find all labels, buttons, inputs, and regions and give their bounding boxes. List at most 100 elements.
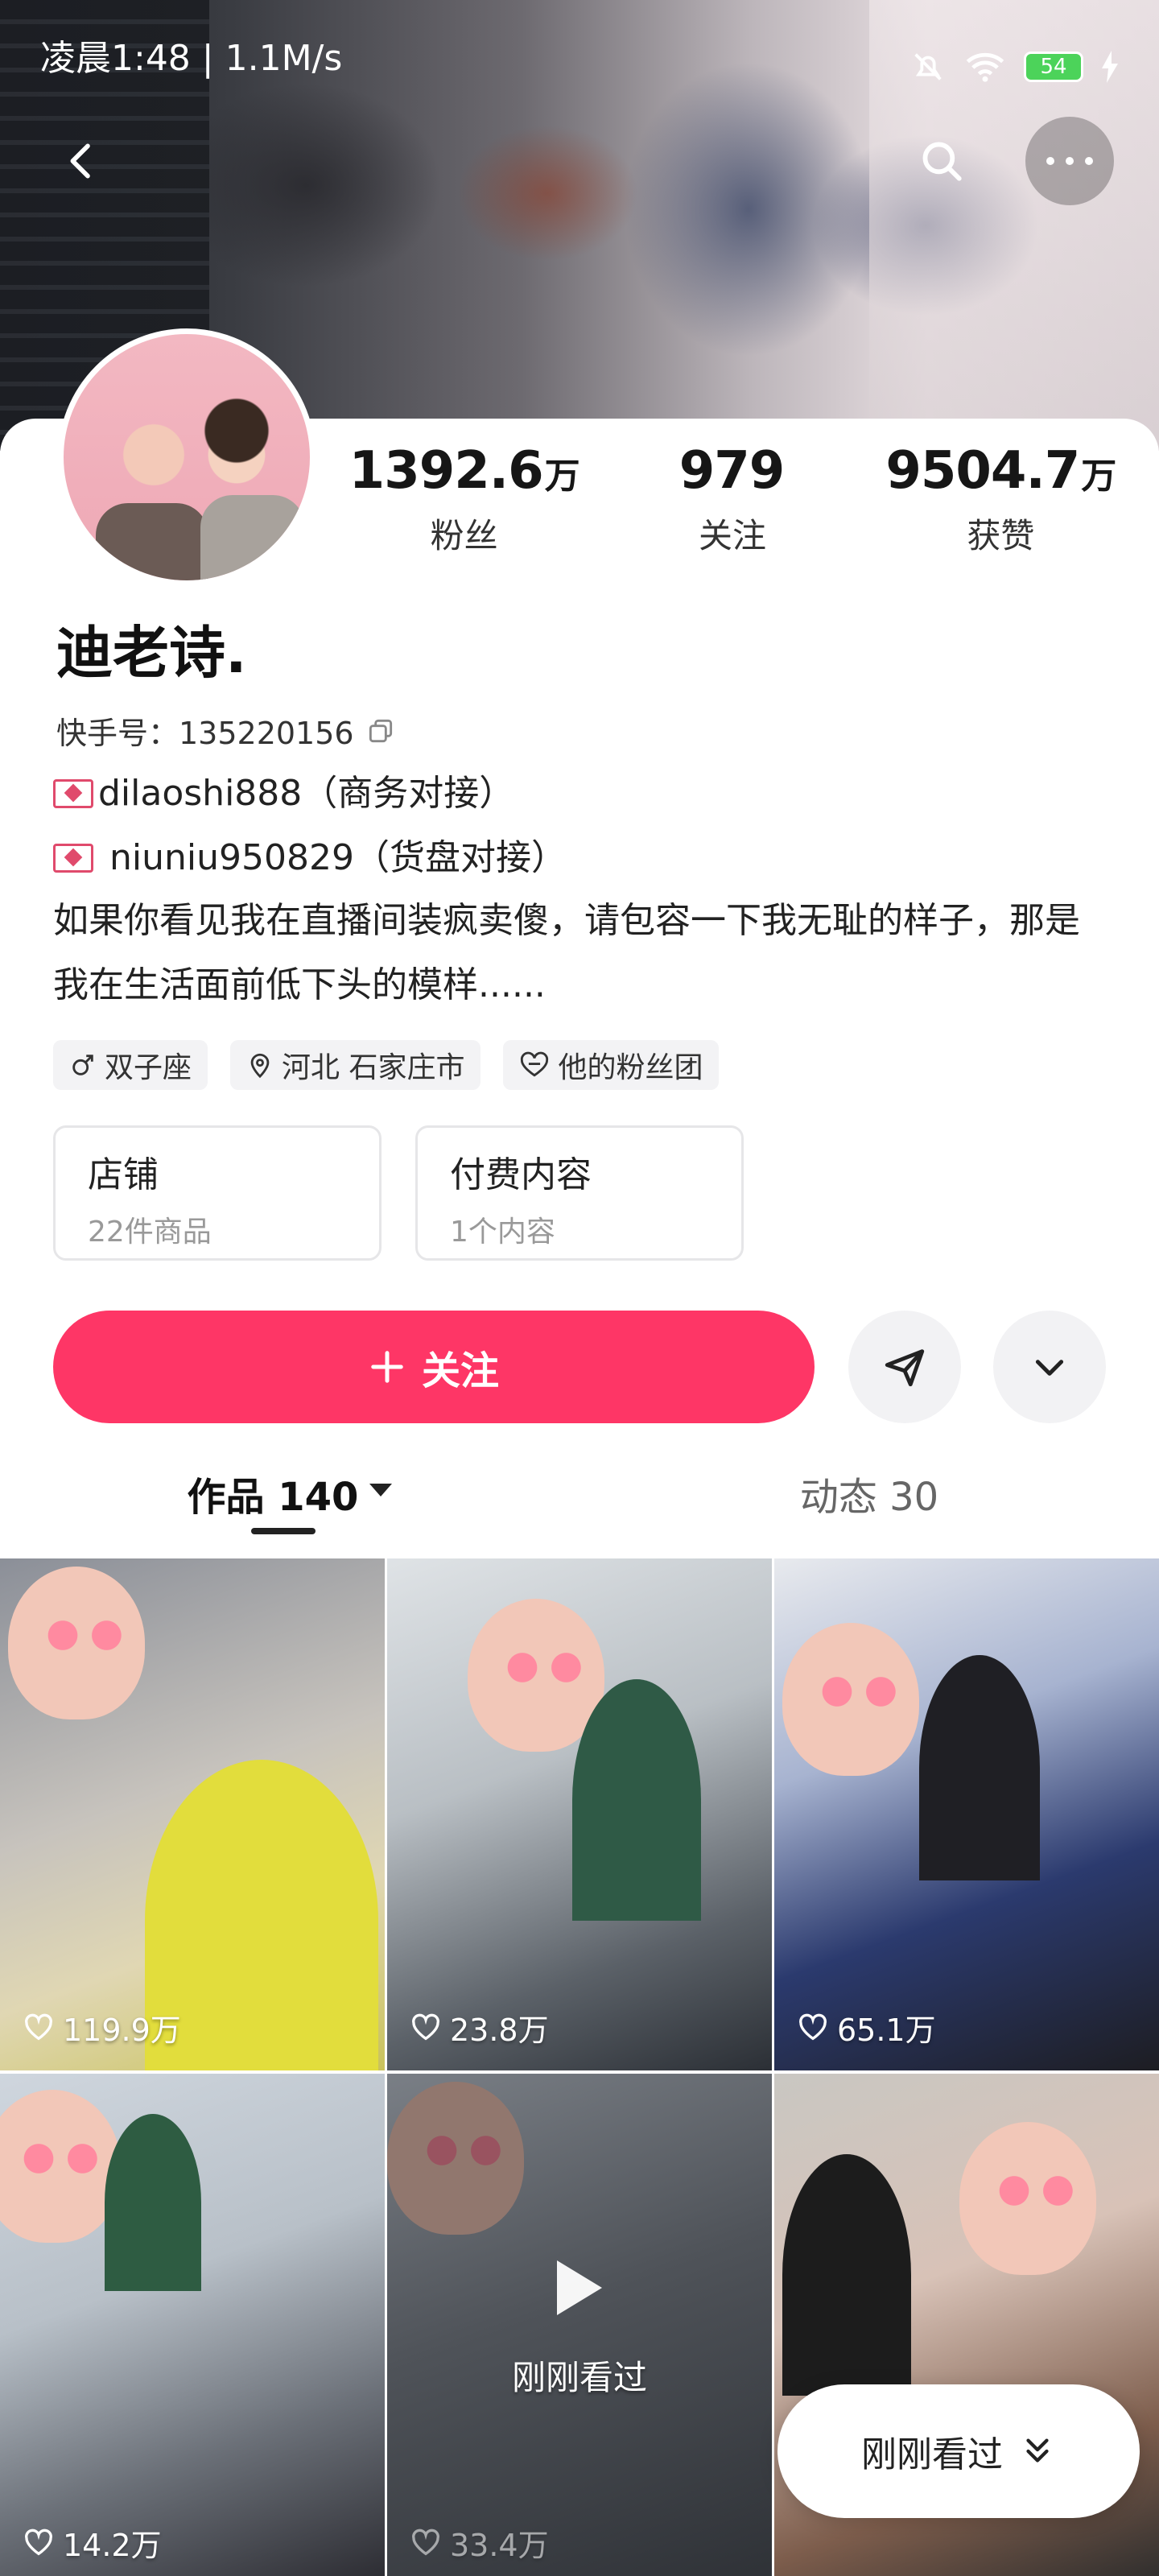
just-watched-pill[interactable]: 刚刚看过 bbox=[777, 2384, 1140, 2518]
charging-bolt-icon bbox=[1102, 51, 1118, 83]
paid-content-box[interactable]: 付费内容 1个内容 bbox=[415, 1125, 744, 1261]
follow-button-label: 关注 bbox=[421, 1350, 499, 1393]
wifi-icon bbox=[966, 52, 1004, 82]
more-button[interactable] bbox=[1025, 117, 1114, 205]
stat-followers-label: 粉丝 bbox=[430, 516, 498, 555]
video-likes-count: 65.1万 bbox=[837, 2013, 936, 2048]
video-likes: 23.8万 bbox=[410, 2005, 549, 2050]
bio-line-business: dilaoshi888（商务对接） bbox=[53, 765, 514, 823]
paid-content-box-title: 付费内容 bbox=[450, 1154, 592, 1195]
stat-followers-value: 1392.6 bbox=[349, 441, 544, 501]
stat-likes-value: 9504.7 bbox=[885, 441, 1080, 501]
mail-icon bbox=[53, 844, 93, 873]
location-pin-icon bbox=[250, 1053, 270, 1079]
status-icons: 54 bbox=[909, 29, 1119, 105]
male-gender-icon bbox=[72, 1055, 93, 1075]
video-thumb-puppet bbox=[8, 1567, 145, 1719]
double-chevron-down-icon bbox=[1026, 2438, 1049, 2462]
avatar-figure-left bbox=[96, 503, 208, 580]
just-watched-overlay: 刚刚看过 bbox=[387, 2074, 772, 2576]
tag-location-label: 河北 石家庄市 bbox=[282, 1051, 465, 1084]
profile-boxes: 店铺 22件商品 付费内容 1个内容 bbox=[53, 1125, 744, 1261]
video-thumb-person bbox=[919, 1655, 1040, 1880]
heart-icon bbox=[412, 2529, 439, 2555]
tab-moments[interactable]: 动态 30 bbox=[580, 1441, 1159, 1546]
heart-icon bbox=[25, 2529, 52, 2555]
stat-following[interactable]: 979 关注 bbox=[598, 441, 866, 558]
stat-followers[interactable]: 1392.6万 粉丝 bbox=[330, 441, 598, 558]
tab-works[interactable]: 作品 140 bbox=[0, 1441, 580, 1546]
stat-likes-label: 获赞 bbox=[967, 516, 1035, 555]
tab-works-label: 作品 140 bbox=[187, 1475, 359, 1520]
profile-stats: 1392.6万 粉丝 979 关注 9504.7万 获赞 bbox=[330, 441, 1135, 558]
tag-location: 河北 石家庄市 bbox=[230, 1040, 481, 1090]
avatar-figure-right bbox=[200, 495, 305, 580]
stat-following-value: 979 bbox=[678, 441, 786, 501]
stat-likes[interactable]: 9504.7万 获赞 bbox=[867, 441, 1135, 558]
video-likes-count: 33.4万 bbox=[450, 2528, 549, 2563]
tab-moments-label: 动态 30 bbox=[799, 1475, 939, 1520]
shop-box-sub: 22件商品 bbox=[88, 1216, 212, 1249]
bio-line-goods-text: niuniu950829（货盘对接） bbox=[98, 837, 567, 878]
video-tile[interactable]: 刚刚看过 33.4万 bbox=[387, 2074, 772, 2576]
paid-content-box-sub: 1个内容 bbox=[450, 1216, 555, 1249]
video-tile[interactable]: 23.8万 bbox=[387, 1558, 772, 2070]
plus-icon bbox=[371, 1351, 403, 1383]
more-dots-icon bbox=[1046, 157, 1093, 165]
video-tile[interactable]: 65.1万 bbox=[774, 1558, 1159, 2070]
heart-icon bbox=[25, 2013, 52, 2040]
video-tile[interactable]: 14.2万 bbox=[0, 2074, 385, 2576]
video-thumb-person bbox=[572, 1679, 701, 1921]
bio-text: 如果你看见我在直播间装疯卖傻，请包容一下我无耻的样子，那是我在生活面前低下头的模… bbox=[53, 900, 1080, 1005]
share-button[interactable] bbox=[848, 1311, 961, 1423]
back-button[interactable] bbox=[42, 121, 122, 201]
bio-line-business-text: dilaoshi888（商务对接） bbox=[98, 773, 515, 814]
back-arrow-icon bbox=[70, 143, 90, 179]
stat-likes-unit: 万 bbox=[1081, 456, 1116, 497]
video-thumb-puppet bbox=[959, 2122, 1096, 2275]
avatar[interactable] bbox=[58, 328, 316, 586]
expand-button[interactable] bbox=[993, 1311, 1106, 1423]
send-paper-plane-icon bbox=[885, 1349, 925, 1387]
tag-fan-club[interactable]: 他的粉丝团 bbox=[503, 1040, 720, 1090]
kuaishou-id: 快手号：135220156 bbox=[56, 716, 354, 751]
caret-down-icon bbox=[369, 1484, 393, 1496]
play-icon bbox=[557, 2260, 602, 2315]
search-icon bbox=[922, 142, 962, 181]
video-likes: 119.9万 bbox=[23, 2005, 181, 2050]
mute-bell-icon bbox=[914, 53, 942, 80]
follow-button[interactable]: 关注 bbox=[53, 1311, 815, 1423]
battery-icon: 54 bbox=[1024, 52, 1083, 82]
status-time-speed: 凌晨1:48 | 1.1M/s bbox=[40, 38, 343, 79]
shop-box[interactable]: 店铺 22件商品 bbox=[53, 1125, 382, 1261]
video-tile[interactable]: 119.9万 bbox=[0, 1558, 385, 2070]
status-bar: 凌晨1:48 | 1.1M/s 54 bbox=[0, 0, 1159, 105]
video-thumb-puppet bbox=[782, 1623, 919, 1776]
profile-tags: 双子座 河北 石家庄市 他的粉丝团 bbox=[53, 1040, 720, 1090]
just-watched-pill-label: 刚刚看过 bbox=[861, 2434, 1003, 2475]
action-row: 关注 bbox=[53, 1311, 1106, 1423]
video-likes-count: 119.9万 bbox=[63, 2013, 181, 2048]
video-thumb-person bbox=[105, 2114, 201, 2291]
video-likes: 14.2万 bbox=[23, 2520, 162, 2565]
video-likes: 33.4万 bbox=[410, 2520, 549, 2565]
video-likes-count: 14.2万 bbox=[63, 2528, 162, 2563]
video-likes-count: 23.8万 bbox=[450, 2013, 549, 2048]
content-tabs: 作品 140 动态 30 bbox=[0, 1441, 1159, 1546]
just-watched-label: 刚刚看过 bbox=[511, 2357, 647, 2397]
top-nav bbox=[0, 117, 1159, 205]
heart-icon bbox=[412, 2013, 439, 2040]
video-thumb-puppet bbox=[0, 2090, 121, 2243]
stat-following-label: 关注 bbox=[698, 516, 766, 555]
copy-icon[interactable] bbox=[365, 716, 396, 746]
heart-handshake-icon bbox=[521, 1051, 549, 1077]
video-thumb-person bbox=[782, 2154, 911, 2396]
stat-followers-unit: 万 bbox=[544, 456, 580, 497]
heart-icon bbox=[799, 2013, 827, 2040]
profile-name: 迪老诗. bbox=[56, 620, 247, 686]
tag-zodiac-label: 双子座 bbox=[105, 1051, 192, 1084]
mail-icon bbox=[53, 779, 93, 808]
search-button[interactable] bbox=[901, 121, 982, 201]
chevron-down-icon bbox=[1035, 1360, 1064, 1376]
video-likes: 65.1万 bbox=[797, 2005, 936, 2050]
